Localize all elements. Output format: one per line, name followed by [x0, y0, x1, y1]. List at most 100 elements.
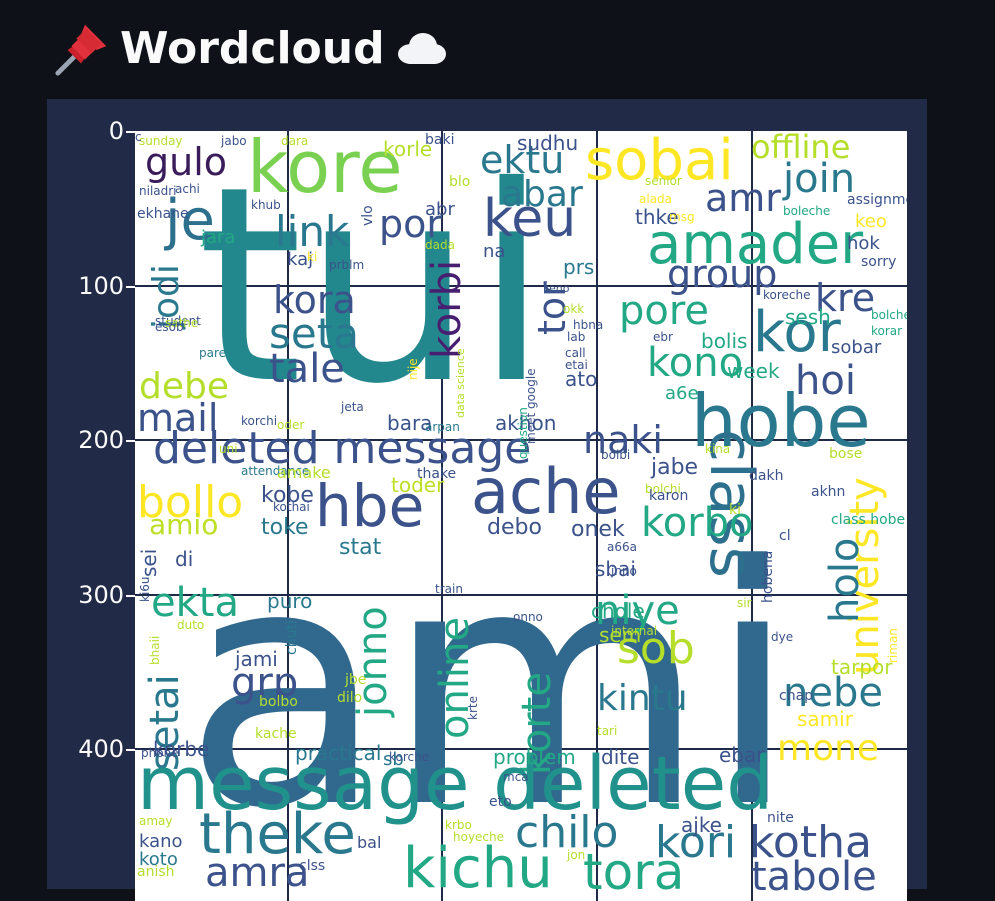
wordcloud-word: esob — [155, 320, 184, 334]
wordcloud-word: dara — [281, 134, 309, 148]
wordcloud-word: sei — [137, 548, 161, 577]
wordcloud-word: online — [432, 616, 478, 739]
wordcloud-word: eto — [489, 794, 512, 810]
wordcloud-word: ekhane — [137, 206, 189, 222]
wordcloud-word: kichu — [403, 836, 553, 901]
wordcloud-word: gulo — [145, 140, 228, 184]
wordcloud-word: ekta — [151, 580, 239, 626]
wordcloud-word: uni — [219, 442, 238, 456]
wordcloud-word: riman — [886, 628, 900, 663]
wordcloud-word: debo — [487, 515, 542, 540]
wordcloud-word: karon — [649, 488, 689, 504]
wordcloud-word: bhaii — [148, 635, 162, 665]
wordcloud-word: link — [275, 207, 350, 256]
wordcloud-word: tari — [597, 724, 618, 738]
wordcloud-word: jami — [235, 647, 278, 671]
wordcloud-word: ato — [565, 367, 598, 391]
wordcloud-word: tabole — [751, 854, 877, 900]
wordcloud-word: korar — [871, 324, 903, 338]
wordcloud-word: meet google — [524, 368, 538, 444]
wordcloud-word: class hobe — [831, 512, 906, 528]
wordcloud-word: chole — [591, 599, 645, 623]
wordcloud-word: week — [727, 359, 780, 383]
wordcloud-word: ki6u — [138, 576, 152, 602]
wordcloud-word: senior — [645, 174, 682, 188]
wordcloud-word: alada — [639, 192, 673, 206]
wordcloud-word: phone — [141, 746, 179, 760]
wordcloud-word: korchi — [241, 414, 278, 428]
wordcloud-word: prblm — [329, 258, 365, 272]
wordcloud-word: sesh — [785, 305, 831, 329]
wordcloud-word: na — [483, 241, 506, 262]
cloud-icon — [397, 33, 446, 64]
wordcloud-word: internal — [611, 624, 658, 638]
wordcloud-word: kore — [247, 131, 403, 209]
wordcloud-word: onek — [571, 517, 625, 542]
wordcloud-word: msg — [669, 210, 695, 224]
wordcloud-word: anish — [137, 864, 175, 880]
wordcloud-word: kache — [255, 726, 297, 742]
wordcloud-word: amay — [139, 814, 173, 828]
wordcloud-word: niladri — [139, 184, 177, 198]
wordcloud-word: sudhu — [517, 131, 579, 155]
wordcloud-plot-area: tui ami kore sobai offline gulo ektu join je link… — [135, 131, 907, 901]
wordcloud-word: akhn — [811, 484, 846, 500]
wordcloud-word: cl — [779, 528, 791, 544]
wordcloud-word: ki — [307, 250, 318, 264]
y-tick-label: 300 — [78, 581, 124, 609]
wordcloud-word: assignment — [847, 192, 907, 208]
wordcloud-word: ebr — [653, 330, 673, 344]
wordcloud-word: join — [783, 156, 856, 202]
wordcloud-word: sunday — [139, 134, 183, 148]
wordcloud-word: prs — [563, 255, 595, 279]
wordcloud-word: baki — [425, 132, 455, 148]
wordcloud-word: holo — [822, 537, 868, 623]
y-tick-mark — [126, 286, 135, 288]
wordcloud-word: bolbi — [601, 448, 631, 462]
wordcloud-word: oder — [277, 418, 305, 432]
wordcloud-word: etai — [565, 358, 588, 372]
wordcloud-word: tarpor — [831, 655, 893, 679]
y-tick-mark — [126, 131, 135, 133]
wordcloud-word: amake — [277, 463, 331, 482]
wordcloud-word: dada — [425, 238, 455, 252]
wordcloud-word: bal — [357, 833, 382, 852]
wordcloud-word: jon — [567, 848, 586, 862]
wordcloud-word: koreche — [763, 288, 811, 302]
wordcloud-word: di — [175, 547, 194, 571]
wordcloud-word: hoyeche — [453, 830, 505, 844]
y-tick-mark — [126, 595, 135, 597]
wordcloud-word: jeta — [341, 400, 364, 414]
wordcloud-word: nije — [406, 358, 420, 380]
wordcloud-word: a6e — [665, 383, 699, 404]
wordcloud-word: keo — [855, 211, 887, 232]
wordcloud-word: clss — [299, 858, 326, 874]
page-title: Wordcloud — [120, 22, 385, 74]
wordcloud-word: ache — [471, 455, 621, 528]
wordcloud-word: achi — [175, 182, 200, 196]
wordcloud-word: dite — [601, 745, 640, 769]
y-tick-label: 400 — [78, 735, 124, 763]
wordcloud-word: hobena — [760, 550, 776, 603]
wordcloud-word: samir — [797, 707, 853, 731]
wordcloud-word: c — [135, 131, 142, 144]
wordcloud-word: duto — [177, 618, 205, 632]
wordcloud-word: kintu — [597, 678, 688, 719]
wordcloud-word: thake — [417, 466, 457, 482]
wordcloud-word: chap — [779, 688, 814, 704]
wordcloud-word: pore — [619, 288, 710, 334]
wordcloud-word: ki — [729, 502, 741, 518]
wordcloud-word: dye — [771, 630, 794, 644]
wordcloud-word: sorry — [861, 254, 897, 270]
wordcloud-word: mone — [777, 728, 880, 769]
wordcloud-word: mca — [503, 770, 529, 784]
wordcloud-word: jbe — [345, 672, 367, 688]
wordcloud-word: jabo — [221, 134, 247, 148]
wordcloud-word: boleche — [783, 204, 831, 218]
wordcloud-word: practical — [295, 741, 382, 765]
wordcloud-word: jara — [201, 227, 236, 248]
wordcloud-word: khub — [251, 198, 281, 212]
wordcloud-word: jnno — [611, 564, 637, 578]
wordcloud-word: jabe — [651, 455, 699, 480]
wordcloud-word: amio — [149, 508, 219, 541]
